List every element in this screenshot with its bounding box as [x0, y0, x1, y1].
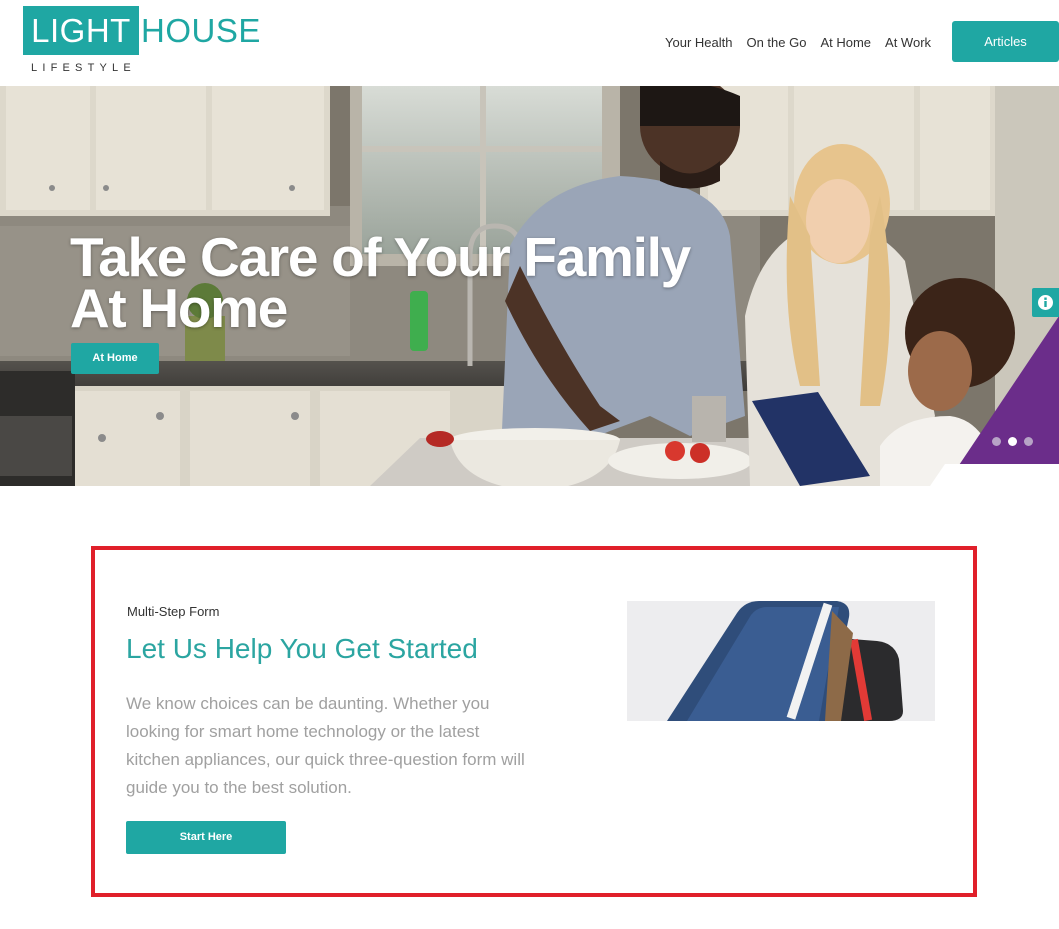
start-here-button[interactable]: Start Here [126, 821, 286, 854]
carousel-dot-1[interactable] [992, 437, 1001, 446]
hero-title-line2: At Home [70, 277, 288, 339]
logo-light: LIGHT [23, 6, 139, 55]
carousel-dot-3[interactable] [1024, 437, 1033, 446]
carousel-dot-2[interactable] [1008, 437, 1017, 446]
articles-button[interactable]: Articles [952, 21, 1059, 62]
hero-at-home-button[interactable]: At Home [71, 343, 159, 374]
hero-banner: Take Care of Your Family At Home At Home [0, 86, 1059, 486]
logo-tagline: LIFESTYLE [31, 62, 136, 74]
hero-title-line1: Take Care of Your Family [70, 226, 691, 288]
main-nav: Your Health On the Go At Home At Work [650, 0, 931, 84]
info-icon [1038, 295, 1053, 310]
logo-house: HOUSE [141, 12, 261, 49]
hero-title: Take Care of Your Family At Home [70, 226, 790, 339]
page: LIGHT HOUSE LIFESTYLE Your Health On the… [0, 0, 1059, 929]
site-header: LIGHT HOUSE LIFESTYLE Your Health On the… [0, 0, 1059, 86]
nav-your-health[interactable]: Your Health [665, 35, 732, 50]
nav-at-home[interactable]: At Home [820, 35, 871, 50]
section-description: We know choices can be daunting. Whether… [126, 694, 525, 797]
phone-cases-illustration [627, 601, 935, 721]
section-title: Let Us Help You Get Started [126, 633, 478, 664]
section-eyebrow: Multi-Step Form [127, 604, 220, 619]
info-tab[interactable] [1032, 288, 1059, 317]
logo[interactable]: LIGHT HOUSE LIFESTYLE [23, 6, 263, 78]
nav-on-the-go[interactable]: On the Go [746, 35, 806, 50]
carousel-dots [992, 437, 1040, 446]
nav-at-work[interactable]: At Work [885, 35, 931, 50]
phone-cases-image [627, 601, 935, 721]
